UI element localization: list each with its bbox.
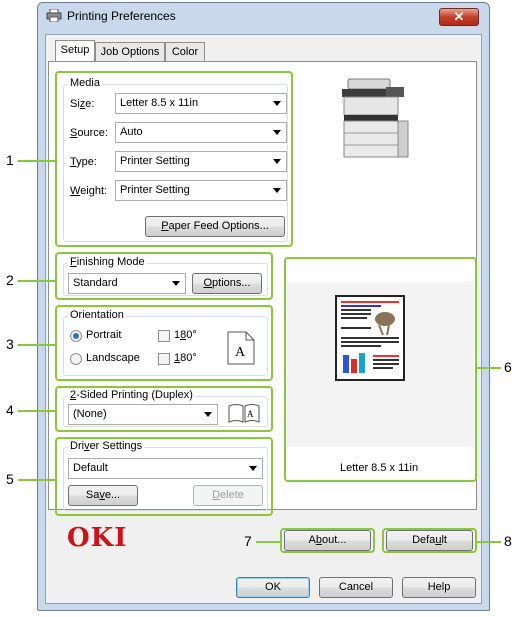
chevron-down-icon [273, 130, 281, 135]
callout-4-line [18, 410, 55, 412]
preview-paper-label: Letter 8.5 x 11in [340, 462, 419, 474]
duplex-value: (None) [73, 408, 107, 420]
printer-icon [46, 9, 62, 22]
paper-feed-options-button[interactable]: Paper Feed Options... [145, 216, 285, 237]
tab-color[interactable]: Color [165, 42, 205, 62]
landscape-label: Landscape [86, 352, 140, 364]
tab-label: Job Options [100, 46, 160, 58]
save-button[interactable]: Save... [68, 485, 138, 506]
tab-label: Color [171, 46, 199, 58]
oki-logo: OKI [67, 523, 128, 553]
chevron-down-icon [273, 101, 281, 106]
callout-5-line [18, 479, 55, 481]
tab-setup[interactable]: Setup [55, 40, 95, 62]
chevron-down-icon [204, 412, 212, 417]
chevron-down-icon [249, 466, 257, 471]
callout-6: 6 [504, 359, 512, 375]
finishing-mode-value: Standard [73, 277, 118, 289]
finishing-group-label: Finishing Mode [68, 256, 147, 268]
orientation-preview-icon: A [227, 331, 255, 365]
rotate-180-label-portrait: 180° [174, 329, 197, 341]
tab-job-options[interactable]: Job Options [95, 42, 165, 62]
driver-settings-label: Driver Settings [68, 440, 145, 452]
callout-7-line [256, 541, 280, 543]
size-select[interactable]: Letter 8.5 x 11in [115, 93, 287, 114]
rotate-180-checkbox-portrait[interactable] [158, 330, 170, 342]
media-group-label: Media [68, 77, 102, 89]
about-button[interactable]: About... [284, 530, 371, 551]
finishing-options-button[interactable]: Options... [192, 273, 262, 294]
callout-8: 8 [504, 533, 512, 549]
close-button[interactable]: ✕ [439, 8, 479, 26]
size-label: Size: [70, 98, 95, 110]
callout-7: 7 [244, 533, 252, 549]
cancel-button[interactable]: Cancel [319, 577, 393, 598]
weight-select[interactable]: Printer Setting [115, 180, 287, 201]
chevron-down-icon [172, 281, 180, 286]
delete-button[interactable]: Delete [193, 485, 263, 506]
source-label: Source: [70, 127, 108, 139]
finishing-mode-select[interactable]: Standard [68, 273, 186, 294]
weight-value: Printer Setting [120, 184, 190, 196]
landscape-radio[interactable] [70, 353, 82, 365]
duplex-group-label: 2-Sided Printing (Duplex) [68, 389, 195, 401]
booklet-icon: A [228, 404, 260, 423]
callout-1-line [18, 160, 55, 162]
ok-button[interactable]: OK [236, 577, 310, 598]
callout-3-line [18, 344, 55, 346]
type-value: Printer Setting [120, 155, 190, 167]
callout-2: 2 [6, 272, 14, 288]
type-select[interactable]: Printer Setting [115, 151, 287, 172]
title-bar[interactable]: Printing Preferences ✕ [38, 3, 489, 29]
source-value: Auto [120, 126, 143, 138]
page-preview-image [335, 295, 405, 381]
close-icon: ✕ [453, 9, 465, 24]
window-title: Printing Preferences [67, 9, 176, 23]
callout-2-line [18, 280, 55, 282]
driver-settings-select[interactable]: Default [68, 458, 263, 479]
orientation-group-label: Orientation [68, 309, 126, 321]
printer-image [342, 78, 409, 158]
size-value: Letter 8.5 x 11in [120, 97, 199, 109]
help-button[interactable]: Help [402, 577, 476, 598]
chevron-down-icon [273, 188, 281, 193]
duplex-select[interactable]: (None) [68, 404, 218, 425]
callout-6-line [477, 367, 501, 369]
rotate-180-label-landscape: 180° [174, 352, 197, 364]
driver-settings-value: Default [73, 462, 108, 474]
callout-8-line [477, 541, 501, 543]
source-select[interactable]: Auto [115, 122, 287, 143]
portrait-label: Portrait [86, 329, 122, 341]
type-label: Type: [70, 156, 97, 168]
booklet-letter: A [247, 409, 254, 419]
callout-4: 4 [6, 402, 14, 418]
callout-1: 1 [6, 152, 14, 168]
preview-letter: A [235, 345, 246, 360]
callout-5: 5 [6, 471, 14, 487]
default-button[interactable]: Default [386, 530, 473, 551]
chevron-down-icon [273, 159, 281, 164]
tab-label: Setup [60, 44, 90, 56]
portrait-radio[interactable] [70, 330, 82, 342]
weight-label: Weight: [70, 185, 108, 197]
callout-3: 3 [6, 336, 14, 352]
rotate-180-checkbox-landscape[interactable] [158, 353, 170, 365]
